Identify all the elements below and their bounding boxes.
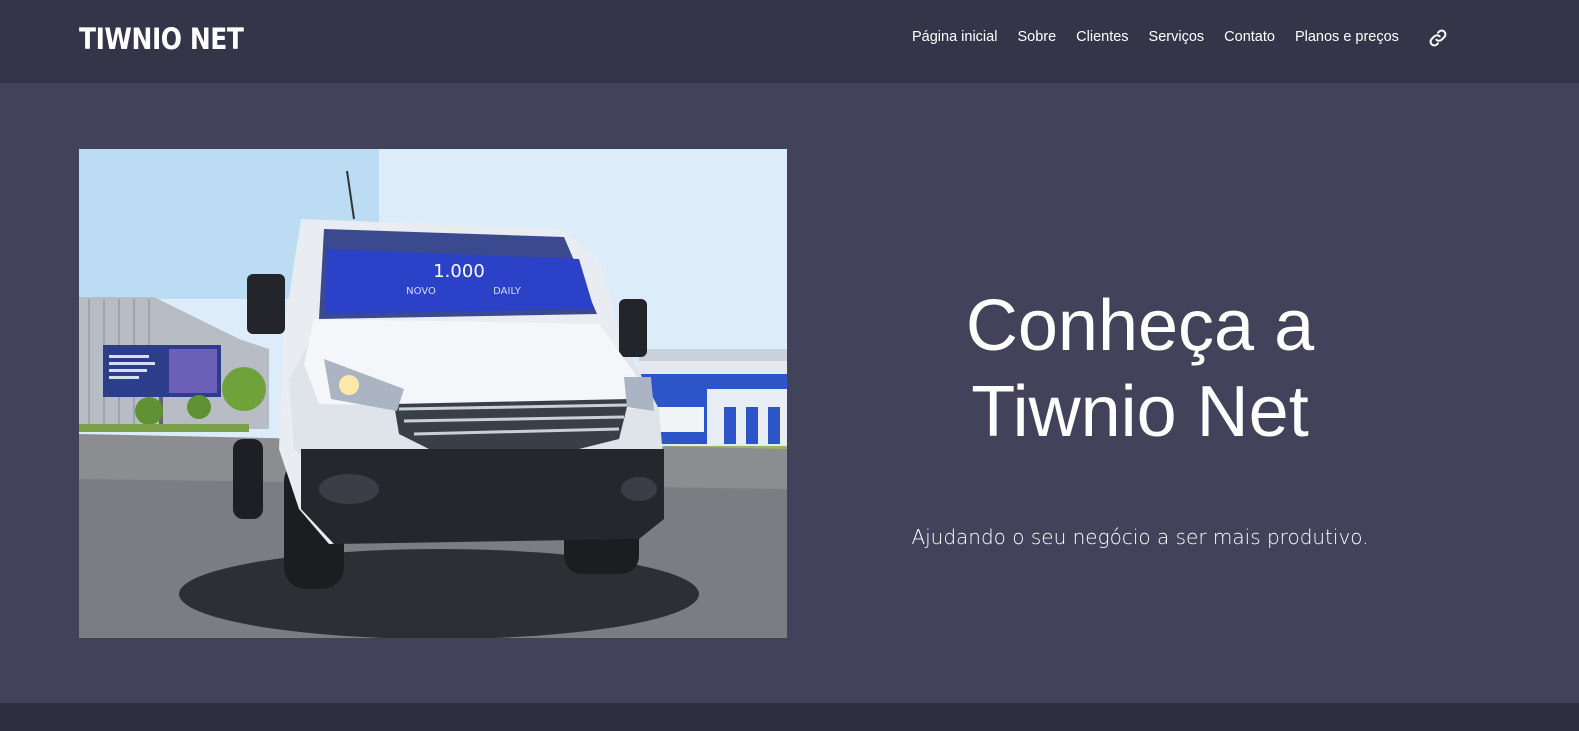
nav-item-home[interactable]: Página inicial	[912, 29, 997, 45]
windshield-right: DAILY	[493, 286, 522, 297]
windshield-number: 1.000	[433, 261, 485, 282]
hero-title-line2: Tiwnio Net	[971, 372, 1309, 452]
hero-subtitle: Ajudando o seu negócio a ser mais produt…	[911, 525, 1369, 549]
footer-band	[0, 703, 1579, 731]
brand-logo[interactable]: TIWNIO NET	[79, 22, 244, 56]
nav-item-about[interactable]: Sobre	[1017, 29, 1056, 45]
nav-item-contact[interactable]: Contato	[1224, 29, 1275, 45]
nav-item-clients[interactable]: Clientes	[1076, 29, 1128, 45]
nav-item-pricing[interactable]: Planos e preços	[1295, 29, 1399, 45]
hero-text-block: Conheça a Tiwnio Net Ajudando o seu negó…	[880, 283, 1400, 549]
link-icon[interactable]	[1428, 28, 1448, 48]
main-nav: Página inicial Sobre Clientes Serviços C…	[912, 29, 1419, 45]
hero-section: 1.000 NOVO DAILY Conheça a Tiwnio Net Aj…	[0, 83, 1579, 703]
site-header: TIWNIO NET Página inicial Sobre Clientes…	[0, 0, 1579, 83]
hero-title-line1: Conheça a	[965, 286, 1315, 366]
nav-item-services[interactable]: Serviços	[1149, 29, 1205, 45]
windshield-left: NOVO	[406, 286, 436, 297]
hero-truck-image: 1.000 NOVO DAILY	[79, 149, 787, 638]
hero-title: Conheça a Tiwnio Net	[880, 283, 1400, 455]
